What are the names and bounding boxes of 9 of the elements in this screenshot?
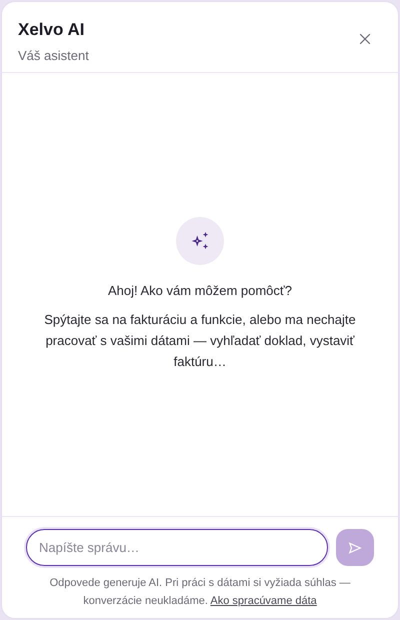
disclaimer-text: Odpovede generuje AI. Pri práci s dátami si vyžiada súhlas — konverzácie neukladáme. Ako spracúvame dáta xyxy=(48,576,352,609)
privacy-link[interactable]: Ako spracúvame dáta xyxy=(210,595,317,607)
window-title: Xelvo AI xyxy=(18,19,86,41)
subtitle: Váš asistent xyxy=(18,47,89,65)
sparkles-icon xyxy=(176,217,224,266)
send-icon xyxy=(348,540,362,554)
greeting-heading: Ahoj! Ako vám môžem pomôcť? xyxy=(108,282,292,300)
message-input[interactable]: Napíšte správu… xyxy=(26,529,328,566)
intro-text: Spýtajte sa na fakturáciu a funkcie, alebo ma nechajte pracovať s vašimi dátami — vyhľadať doklad, vystaviť faktúru… xyxy=(43,310,357,371)
